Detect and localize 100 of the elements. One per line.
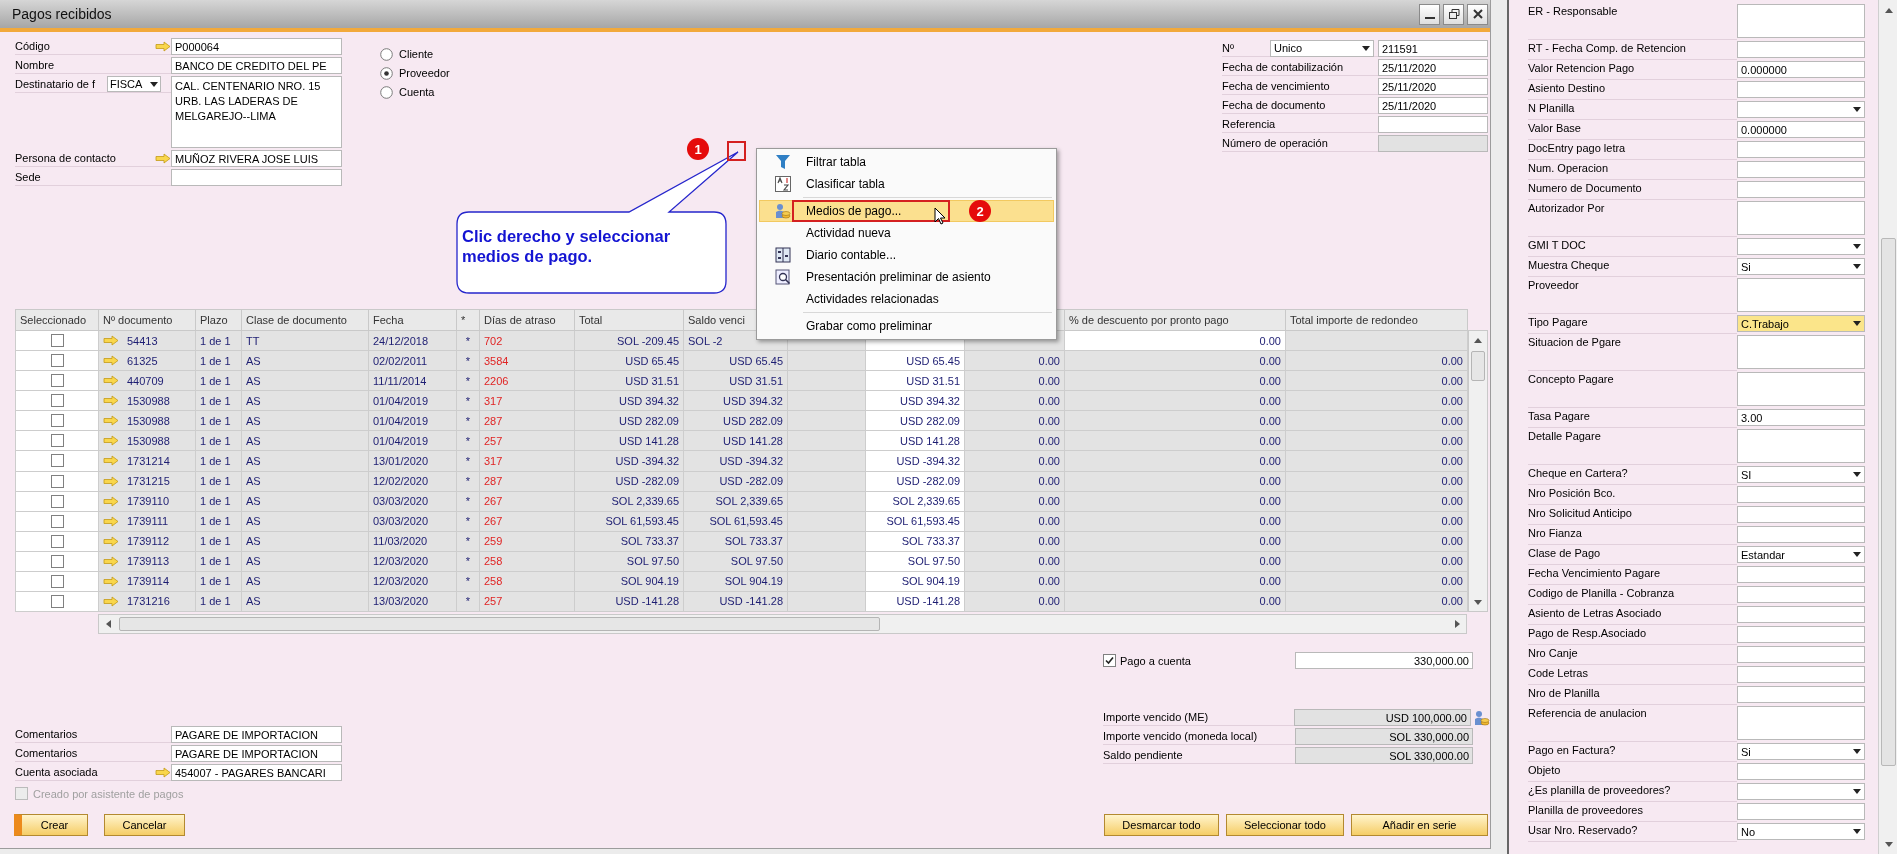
input-field[interactable] [1737,181,1865,198]
input-field[interactable]: 25/11/2020 [1378,59,1488,76]
checkbox[interactable] [50,494,64,508]
caret-icon[interactable] [1853,552,1861,557]
input-field[interactable]: MUÑOZ RIVERA JOSE LUIS [171,150,342,167]
caret-icon[interactable] [1853,264,1861,269]
coins-icon[interactable] [1474,709,1490,726]
column-header[interactable]: Total [574,309,684,331]
checkbox[interactable] [50,514,64,528]
input-field[interactable] [1737,606,1865,623]
link-arrow-icon[interactable] [103,335,119,347]
column-header[interactable]: Nº documento [98,309,196,331]
action-button[interactable]: Seleccionar todo [1226,814,1344,836]
splitter-bar[interactable] [1501,0,1509,854]
input-field[interactable]: BANCO DE CREDITO DEL PE [171,57,342,74]
text-area[interactable] [1737,335,1865,369]
input-field[interactable] [1737,586,1865,603]
checkbox[interactable] [50,394,64,408]
menu-item[interactable]: Actividad nueva [759,222,1054,244]
input-field[interactable] [1737,763,1865,780]
caret-icon[interactable] [1853,829,1861,834]
input-field[interactable] [1737,646,1865,663]
input-field[interactable] [1737,666,1865,683]
radio-button[interactable] [380,66,393,80]
dropdown[interactable]: Unico [1270,39,1374,57]
input-field[interactable]: 0.000000 [1737,121,1865,138]
scrollbar-thumb[interactable] [119,617,880,631]
link-arrow-icon[interactable] [103,475,119,487]
dropdown[interactable]: FISCA [107,76,161,92]
text-area[interactable] [1737,4,1865,38]
input-field[interactable] [1737,626,1865,643]
text-area[interactable]: CAL. CENTENARIO NRO. 15 URB. LAS LADERAS DE MELGAREJO--LIMA [171,76,342,148]
caret-icon[interactable] [1853,472,1861,477]
column-header[interactable]: Seleccionado [15,309,99,331]
horizontal-scrollbar[interactable] [98,614,1467,634]
input-field[interactable]: P000064 [171,38,342,55]
minimize-button[interactable] [1419,3,1440,25]
input-field[interactable] [1737,506,1865,523]
dropdown[interactable]: Si [1737,258,1865,275]
cancel-button[interactable]: Cancelar [104,814,185,836]
input-field[interactable]: 3.00 [1737,409,1865,426]
checkbox[interactable] [50,354,64,368]
checkbox-label[interactable]: Pago a cuenta [1120,654,1191,667]
dropdown[interactable]: SI [1737,466,1865,483]
link-arrow-icon[interactable] [103,535,119,547]
input-field[interactable] [1737,803,1865,820]
action-button[interactable]: Añadir en serie [1351,814,1488,836]
input-field[interactable]: 0.000000 [1737,61,1865,78]
text-area[interactable] [1737,201,1865,235]
column-header[interactable]: % de descuento por pronto pago [1064,309,1286,331]
radio-label[interactable]: Cuenta [399,86,435,98]
menu-item[interactable]: Clasificar tabla [759,173,1054,195]
link-arrow-icon[interactable] [103,575,119,587]
input-field[interactable]: 454007 - PAGARES BANCARI [171,764,342,781]
link-arrow-icon[interactable] [103,515,119,527]
column-header[interactable]: Total importe de redondeo [1285,309,1468,331]
link-arrow-icon[interactable] [103,375,119,387]
vertical-scrollbar[interactable] [1878,0,1897,854]
dropdown[interactable]: C.Trabajo [1737,315,1865,332]
checkbox[interactable] [50,374,64,388]
column-header[interactable]: * [456,309,480,331]
action-button[interactable]: Desmarcar todo [1104,814,1219,836]
link-arrow-icon[interactable] [103,555,119,567]
checkbox[interactable] [50,594,64,608]
caret-icon[interactable] [1853,789,1861,794]
input-field[interactable] [1737,486,1865,503]
menu-item[interactable]: Actividades relacionadas [759,288,1054,310]
input-field[interactable]: 25/11/2020 [1378,97,1488,114]
link-arrow-icon[interactable] [103,495,119,507]
menu-item[interactable]: Diario contable... [759,244,1054,266]
checkbox[interactable] [1103,654,1116,667]
radio-button[interactable] [380,47,393,61]
radio-label[interactable]: Cliente [399,48,434,60]
caret-icon[interactable] [1853,107,1861,112]
vertical-scrollbar[interactable] [1468,330,1488,612]
text-area[interactable] [1737,706,1865,740]
input-field[interactable] [1737,141,1865,158]
column-header[interactable]: Días de atraso [479,309,575,331]
input-field[interactable] [1737,686,1865,703]
scrollbar-thumb[interactable] [1471,351,1485,381]
dropdown[interactable]: Estandar [1737,546,1865,563]
text-area[interactable] [1737,429,1865,463]
input-field[interactable]: PAGARE DE IMPORTACION [171,745,342,762]
caret-icon[interactable] [150,81,158,87]
text-area[interactable] [1737,372,1865,406]
dropdown[interactable]: Si [1737,743,1865,760]
input-field[interactable] [1737,161,1865,178]
input-field[interactable] [1737,526,1865,543]
input-field[interactable] [171,169,342,186]
column-header[interactable]: Plazo [195,309,242,331]
input-field[interactable] [1737,81,1865,98]
column-header[interactable]: Clase de documento [241,309,369,331]
input-field[interactable] [1737,566,1865,583]
checkbox[interactable] [50,454,64,468]
link-arrow-icon[interactable] [155,152,171,164]
menu-item[interactable]: Filtrar tabla [759,151,1054,173]
caret-icon[interactable] [1853,321,1861,326]
menu-item[interactable]: Presentación preliminar de asiento [759,266,1054,288]
caret-icon[interactable] [1853,749,1861,754]
checkbox[interactable] [50,574,64,588]
